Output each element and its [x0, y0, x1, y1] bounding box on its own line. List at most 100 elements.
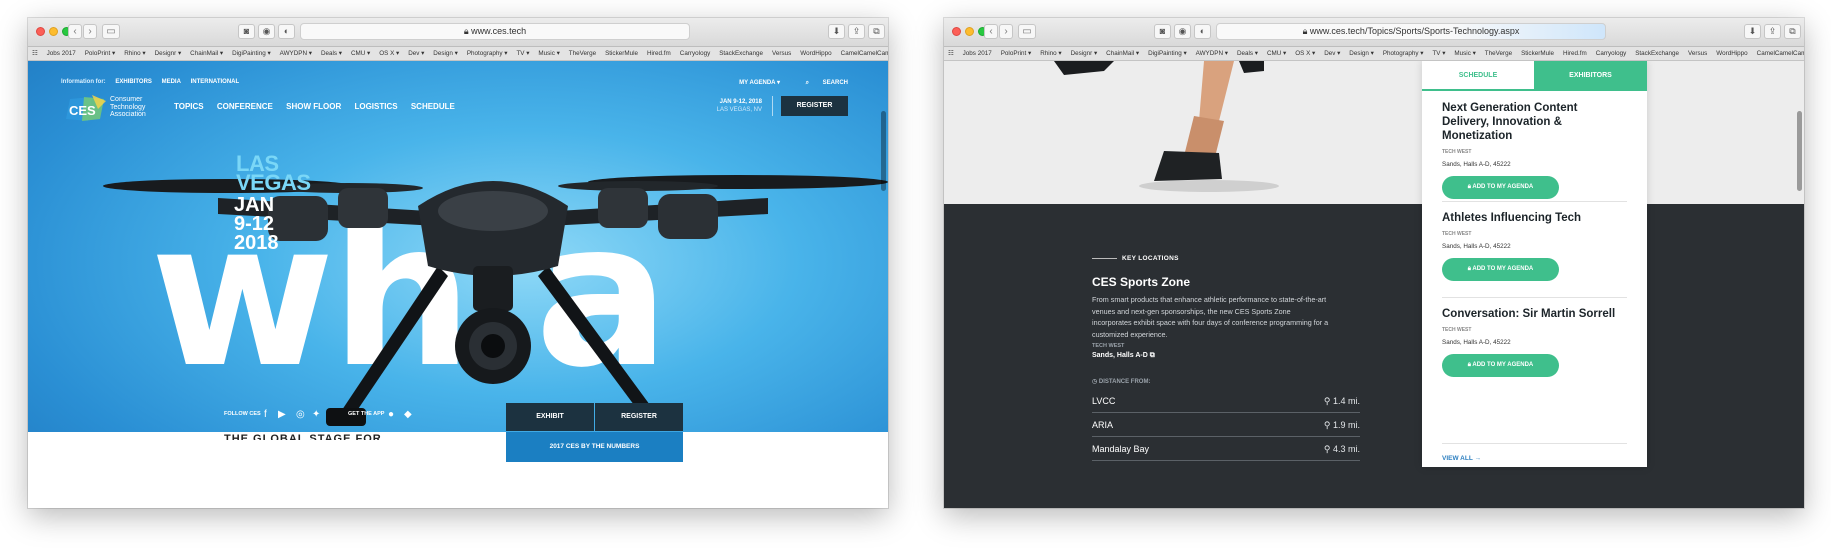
bookmark-item[interactable]: Music ▾ [1454, 47, 1475, 60]
bookmark-item[interactable]: Designr ▾ [1071, 47, 1098, 60]
tab-exhibitors[interactable]: EXHIBITORS [1534, 61, 1647, 91]
download-icon[interactable]: ⬇ [828, 24, 845, 39]
privacy-extension-icon[interactable]: ◐ [278, 24, 295, 39]
minimize-window-button[interactable] [49, 27, 58, 36]
view-all-link[interactable]: VIEW ALL → [1442, 455, 1481, 462]
download-icon[interactable]: ⬇ [1744, 24, 1761, 39]
bookmark-item[interactable]: Jobs 2017 [963, 47, 992, 60]
privacy-extension-icon[interactable]: ◐ [1194, 24, 1211, 39]
bookmark-item[interactable]: Dev ▾ [408, 47, 424, 60]
bookmark-item[interactable]: Design ▾ [433, 47, 458, 60]
bookmark-item[interactable]: DigiPainting ▾ [1148, 47, 1187, 60]
bookmark-item[interactable]: StickerMule [605, 47, 638, 60]
nav-conference[interactable]: CONFERENCE [217, 102, 273, 111]
tabs-overview-icon[interactable]: ⧉ [868, 24, 885, 39]
international-link[interactable]: INTERNATIONAL [191, 79, 240, 85]
apple-icon[interactable]: ● [388, 409, 394, 420]
back-button[interactable]: ‹ [68, 24, 82, 39]
bookmark-item[interactable]: WordHippo [800, 47, 831, 60]
facebook-icon[interactable]: f [264, 409, 267, 420]
search-link[interactable]: ⌕ SEARCH [794, 80, 848, 86]
bookmark-item[interactable]: CamelCamelCamel [841, 47, 888, 60]
bookmark-item[interactable]: CamelCamelCamel [1757, 47, 1804, 60]
bookmark-item[interactable]: Photography ▾ [1383, 47, 1424, 60]
bookmark-item[interactable]: ChainMail ▾ [1106, 47, 1139, 60]
bookmark-item[interactable]: Hired.fm [647, 47, 671, 60]
my-agenda-dropdown[interactable]: MY AGENDA ▾ [739, 80, 780, 86]
twitter-icon[interactable]: ✦ [312, 409, 320, 420]
bookmark-item[interactable]: OS X ▾ [379, 47, 399, 60]
register-button-secondary[interactable]: REGISTER [595, 403, 683, 431]
bookmark-item[interactable]: Photography ▾ [467, 47, 508, 60]
by-the-numbers-banner[interactable]: 2017 CES BY THE NUMBERS [506, 432, 683, 462]
forward-button[interactable]: › [83, 24, 97, 39]
android-icon[interactable]: ◆ [404, 409, 412, 420]
bookmark-item[interactable]: OS X ▾ [1295, 47, 1315, 60]
pocket-extension-icon[interactable]: ◙ [238, 24, 255, 39]
add-to-agenda-button[interactable]: 🔒︎ ADD TO MY AGENDA [1442, 176, 1559, 199]
forward-button[interactable]: › [999, 24, 1013, 39]
add-to-agenda-button[interactable]: 🔒︎ ADD TO MY AGENDA [1442, 354, 1559, 377]
bookmarks-grid-icon[interactable]: ☷ [32, 47, 38, 60]
sidebar-toggle-icon[interactable]: ▭ [1018, 24, 1036, 39]
bookmark-item[interactable]: TheVerge [569, 47, 596, 60]
bookmark-item[interactable]: Versus [772, 47, 791, 60]
bookmark-item[interactable]: Jobs 2017 [47, 47, 76, 60]
bookmark-item[interactable]: Rhino ▾ [124, 47, 145, 60]
share-icon[interactable]: ⇪ [848, 24, 865, 39]
tabs-overview-icon[interactable]: ⧉ [1784, 24, 1801, 39]
minimize-window-button[interactable] [965, 27, 974, 36]
sidebar-toggle-icon[interactable]: ▭ [102, 24, 120, 39]
close-window-button[interactable] [36, 27, 45, 36]
bookmark-item[interactable]: DigiPainting ▾ [232, 47, 271, 60]
scrollbar[interactable] [1797, 111, 1802, 191]
media-link[interactable]: MEDIA [162, 79, 181, 85]
bookmark-item[interactable]: Hired.fm [1563, 47, 1587, 60]
bookmark-item[interactable]: Deals ▾ [1237, 47, 1258, 60]
bookmark-item[interactable]: Designr ▾ [155, 47, 182, 60]
bookmark-item[interactable]: Rhino ▾ [1040, 47, 1061, 60]
bookmark-item[interactable]: Deals ▾ [321, 47, 342, 60]
nav-logistics[interactable]: LOGISTICS [354, 102, 397, 111]
address-bar[interactable]: 🔒︎ www.ces.tech [300, 23, 690, 40]
session-title[interactable]: Conversation: Sir Martin Sorrell [1442, 307, 1627, 321]
bookmark-item[interactable]: Design ▾ [1349, 47, 1374, 60]
bookmark-item[interactable]: TV ▾ [1432, 47, 1445, 60]
bookmark-item[interactable]: TheVerge [1485, 47, 1512, 60]
bookmark-item[interactable]: Versus [1688, 47, 1707, 60]
bookmark-item[interactable]: Music ▾ [538, 47, 559, 60]
pinterest-extension-icon[interactable]: ◉ [258, 24, 275, 39]
nav-topics[interactable]: TOPICS [174, 102, 204, 111]
exhibit-button[interactable]: EXHIBIT [506, 403, 594, 431]
bookmark-item[interactable]: StackExchange [719, 47, 763, 60]
nav-schedule[interactable]: SCHEDULE [411, 102, 455, 111]
bookmark-item[interactable]: PoloPrint ▾ [1001, 47, 1031, 60]
zone-location-link[interactable]: Sands, Halls A-D ⧉ [1092, 352, 1155, 360]
bookmark-item[interactable]: StackExchange [1635, 47, 1679, 60]
add-to-agenda-button[interactable]: 🔒︎ ADD TO MY AGENDA [1442, 258, 1559, 281]
scrollbar[interactable] [881, 111, 886, 191]
pinterest-extension-icon[interactable]: ◉ [1174, 24, 1191, 39]
bookmark-item[interactable]: Carryology [1596, 47, 1626, 60]
instagram-icon[interactable]: ◎ [296, 409, 305, 420]
nav-show-floor[interactable]: SHOW FLOOR [286, 102, 341, 111]
bookmark-item[interactable]: ChainMail ▾ [190, 47, 223, 60]
bookmark-item[interactable]: PoloPrint ▾ [85, 47, 115, 60]
tab-schedule[interactable]: SCHEDULE [1422, 61, 1534, 91]
register-button[interactable]: REGISTER [781, 96, 848, 116]
bookmark-item[interactable]: Dev ▾ [1324, 47, 1340, 60]
bookmark-item[interactable]: CMU ▾ [1267, 47, 1286, 60]
back-button[interactable]: ‹ [984, 24, 998, 39]
pocket-extension-icon[interactable]: ◙ [1154, 24, 1171, 39]
bookmarks-grid-icon[interactable]: ☷ [948, 47, 954, 60]
bookmark-item[interactable]: Carryology [680, 47, 710, 60]
bookmark-item[interactable]: StickerMule [1521, 47, 1554, 60]
address-bar[interactable]: 🔒︎ www.ces.tech/Topics/Sports/Sports-Tec… [1216, 23, 1606, 40]
bookmark-item[interactable]: CMU ▾ [351, 47, 370, 60]
share-icon[interactable]: ⇪ [1764, 24, 1781, 39]
bookmark-item[interactable]: TV ▾ [516, 47, 529, 60]
close-window-button[interactable] [952, 27, 961, 36]
youtube-icon[interactable]: ▶ [278, 409, 286, 420]
bookmark-item[interactable]: AWYDPN ▾ [280, 47, 312, 60]
exhibitors-link[interactable]: EXHIBITORS [115, 79, 152, 85]
